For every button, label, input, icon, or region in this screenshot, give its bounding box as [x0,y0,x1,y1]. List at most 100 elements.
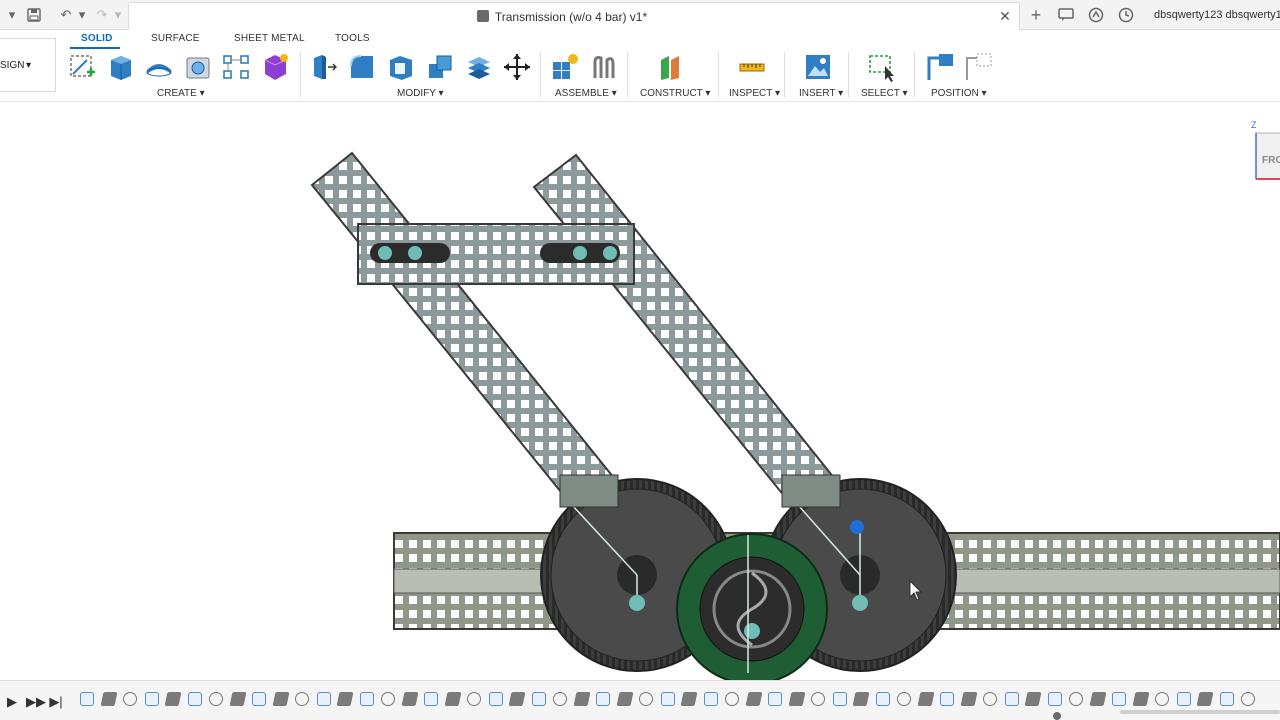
revert-position-button[interactable] [962,52,994,82]
modify-menu[interactable]: MODIFY ▾ [397,88,444,99]
view-cube[interactable] [1250,123,1280,183]
tab-solid[interactable]: SOLID [81,33,113,44]
timeline-sketch-icon[interactable] [875,692,890,706]
timeline-sketch-icon[interactable] [1047,692,1062,706]
timeline-joint-icon[interactable] [897,692,911,706]
save-icon[interactable] [24,5,44,25]
position-menu[interactable]: POSITION ▾ [931,88,987,99]
chat-icon[interactable] [1056,5,1076,25]
create-menu[interactable]: CREATE ▾ [157,88,205,99]
timeline-body-icon[interactable] [616,692,633,706]
timeline-joint-icon[interactable] [123,692,137,706]
timeline-sketch-icon[interactable] [660,692,675,706]
timeline-body-icon[interactable] [1196,692,1214,706]
timeline-sketch-icon[interactable] [252,692,266,706]
top-crossbar[interactable] [357,223,635,285]
pattern-button[interactable] [220,52,252,82]
timeline-scrollbar[interactable] [1120,710,1280,714]
3d-viewport[interactable]: FRO Z [0,103,1280,680]
timeline-body-icon[interactable] [272,692,289,706]
timeline-joint-icon[interactable] [381,692,395,706]
timeline-body-icon[interactable] [164,692,182,706]
tab-sheet-metal[interactable]: SHEET METAL [234,33,305,44]
joint-button[interactable] [588,52,620,82]
timeline-sketch-icon[interactable] [1112,692,1126,706]
timeline-start-icon[interactable]: ▶ [4,694,20,710]
offset-face-button[interactable] [463,52,495,82]
timeline-body-icon[interactable] [401,692,418,706]
timeline-play-icon[interactable]: ▶▶ [26,694,46,710]
timeline-joint-icon[interactable] [467,692,481,706]
timeline-sketch-icon[interactable] [1176,692,1191,706]
timeline-joint-icon[interactable] [811,692,825,706]
timeline-sketch-icon[interactable] [1219,692,1234,706]
shell-button[interactable] [385,52,417,82]
timeline-sketch-icon[interactable] [424,692,438,706]
model-canvas[interactable] [0,103,1280,680]
select-menu[interactable]: SELECT ▾ [861,88,908,99]
timeline-joint-icon[interactable] [1241,692,1255,706]
capture-position-button[interactable] [924,52,956,82]
close-tab-icon[interactable]: ✕ [997,8,1013,24]
timeline-body-icon[interactable] [1024,692,1042,706]
timeline-marker[interactable] [1053,712,1061,720]
timeline-sketch-icon[interactable] [596,692,610,706]
clock-icon[interactable] [1116,5,1136,25]
left-arm-mount[interactable] [559,474,619,508]
timeline-sketch-icon[interactable] [768,692,782,706]
viewcube-front-label[interactable]: FRO [1262,155,1280,166]
tab-tools[interactable]: TOOLS [335,33,370,44]
fillet-button[interactable] [346,52,378,82]
undo-dropdown-icon[interactable]: ▾ [72,5,92,25]
timeline-sketch-icon[interactable] [144,692,159,706]
timeline-body-icon[interactable] [508,692,526,706]
timeline-sketch-icon[interactable] [1004,692,1019,706]
form-button[interactable] [259,52,291,82]
timeline-joint-icon[interactable] [1155,692,1169,706]
new-component-button[interactable] [549,52,581,82]
timeline-joint-icon[interactable] [639,692,653,706]
create-sketch-button[interactable] [66,52,98,82]
timeline-sketch-icon[interactable] [359,692,374,706]
timeline-body-icon[interactable] [788,692,805,706]
timeline-body-icon[interactable] [1132,692,1149,706]
timeline-sketch-icon[interactable] [488,692,503,706]
timeline-joint-icon[interactable] [553,692,567,706]
construct-menu[interactable]: CONSTRUCT ▾ [640,88,710,99]
document-tab[interactable]: Transmission (w/o 4 bar) v1* ✕ [128,2,1020,30]
revolve-button[interactable] [143,52,175,82]
timeline-body-icon[interactable] [917,692,934,706]
timeline-body-icon[interactable] [1089,692,1106,706]
timeline-sketch-icon[interactable] [187,692,202,706]
redo-dropdown-icon[interactable]: ▾ [108,5,128,25]
press-pull-button[interactable] [307,52,339,82]
workspace-switcher[interactable]: SIGN ▾ [0,38,56,92]
timeline-body-icon[interactable] [680,692,698,706]
timeline-body-icon[interactable] [745,692,762,706]
timeline-body-icon[interactable] [573,692,590,706]
wheel[interactable] [676,533,828,680]
tab-surface[interactable]: SURFACE [151,33,200,44]
timeline-joint-icon[interactable] [295,692,309,706]
user-name[interactable]: dbsqwerty123 dbsqwerty123 [1154,9,1280,21]
hole-button[interactable] [182,52,214,82]
insert-menu[interactable]: INSERT ▾ [799,88,843,99]
timeline-body-icon[interactable] [960,692,977,706]
timeline-body-icon[interactable] [444,692,461,706]
timeline-body-icon[interactable] [852,692,870,706]
menu-arrow-icon[interactable]: ▾ [2,5,22,25]
timeline-body-icon[interactable] [229,692,246,706]
timeline-sketch-icon[interactable] [316,692,331,706]
measure-button[interactable] [736,52,768,82]
timeline-end-icon[interactable]: ▶| [48,694,64,710]
timeline-joint-icon[interactable] [983,692,997,706]
timeline-sketch-icon[interactable] [80,692,94,706]
new-tab-icon[interactable]: + [1026,5,1046,25]
timeline-body-icon[interactable] [336,692,354,706]
select-button[interactable] [866,52,898,82]
combine-button[interactable] [424,52,456,82]
right-arm-mount[interactable] [781,474,841,508]
timeline-sketch-icon[interactable] [832,692,847,706]
timeline-joint-icon[interactable] [725,692,739,706]
inspect-menu[interactable]: INSPECT ▾ [729,88,780,99]
